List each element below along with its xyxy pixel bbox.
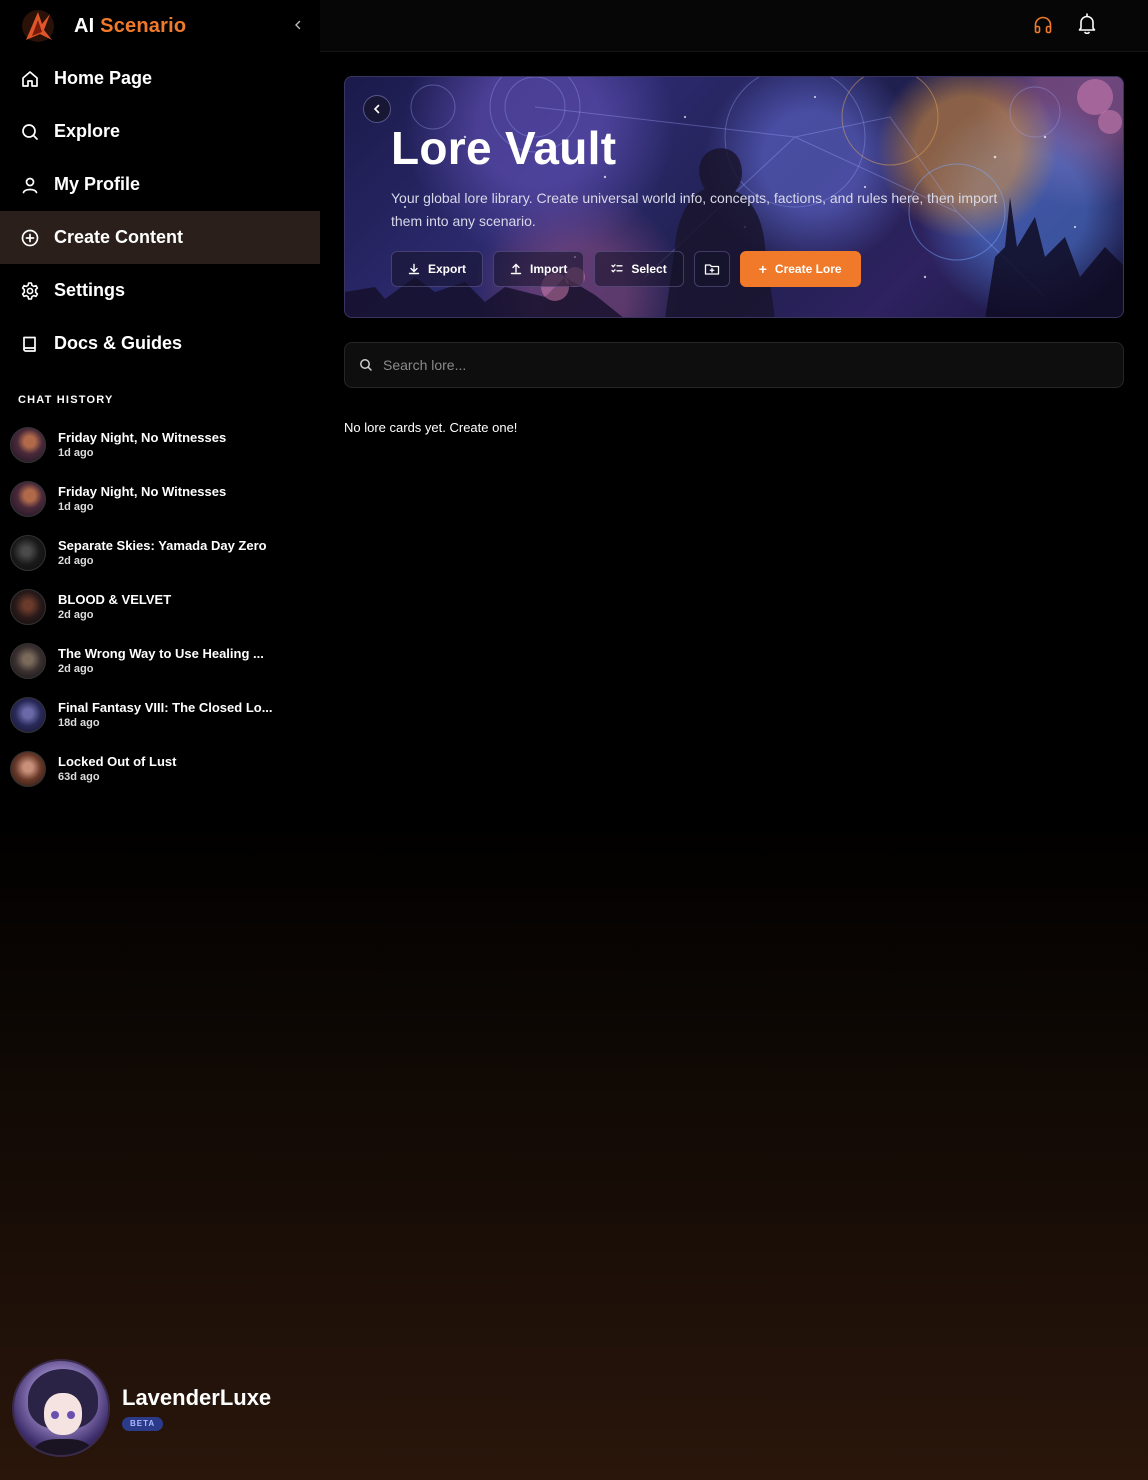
chat-title: BLOOD & VELVET (58, 592, 172, 607)
create-lore-label: Create Lore (774, 262, 842, 276)
book-icon (23, 336, 36, 352)
bell-icon[interactable] (1076, 12, 1098, 36)
collapse-sidebar-button[interactable] (289, 14, 307, 36)
user-icon (22, 177, 38, 193)
brand-name: AI Scenario (74, 15, 186, 38)
search-bar (344, 342, 1124, 388)
brand-name-part1: AI (74, 14, 95, 37)
import-button[interactable]: Import (493, 251, 585, 287)
checklist-icon (611, 264, 624, 273)
import-label: Import (530, 262, 568, 276)
user-profile[interactable]: LavenderLuxe BETA (12, 1358, 312, 1458)
create-lore-button[interactable]: + Create Lore (739, 251, 861, 287)
nav-item-label: Create Content (54, 227, 184, 247)
page-title: Lore Vault (391, 122, 617, 174)
chat-title: Locked Out of Lust (58, 754, 177, 769)
nav-item-profile[interactable]: My Profile (0, 158, 320, 211)
search-icon (360, 359, 372, 371)
chat-time: 63d ago (58, 771, 100, 783)
export-label: Export (428, 262, 467, 276)
nav-item-home[interactable]: Home Page (0, 52, 320, 105)
folder-plus-icon (704, 264, 719, 275)
plus-icon: + (758, 261, 767, 277)
nav-item-settings[interactable]: Settings (0, 264, 320, 317)
chat-history-item[interactable]: Final Fantasy VIII: The Closed Lo... 18d… (10, 688, 310, 742)
nav-item-label: Home Page (54, 68, 153, 88)
nav-item-explore[interactable]: Explore (0, 105, 320, 158)
chat-title: Friday Night, No Witnesses (58, 484, 227, 499)
lore-vault-hero: Lore Vault Your global lore library. Cre… (344, 76, 1124, 318)
nav-item-label: My Profile (54, 174, 141, 194)
chat-history-item[interactable]: The Wrong Way to Use Healing ... 2d ago (10, 634, 310, 688)
gear-icon (21, 281, 39, 300)
chat-time: 1d ago (58, 447, 94, 459)
plus-circle-icon (21, 229, 39, 246)
main-nav: Home Page Explore My Profile Create Cont… (0, 52, 320, 370)
chevron-left-icon (295, 20, 301, 30)
page-description: Your global lore library. Create univers… (391, 190, 998, 229)
chat-title: Final Fantasy VIII: The Closed Lo... (58, 700, 273, 715)
chat-history-item[interactable]: Separate Skies: Yamada Day Zero 2d ago (10, 526, 310, 580)
chat-title: Separate Skies: Yamada Day Zero (58, 538, 267, 553)
chat-time: 2d ago (58, 609, 94, 621)
chat-avatar (10, 751, 46, 787)
chat-history-item[interactable]: Friday Night, No Witnesses 1d ago (10, 418, 310, 472)
user-name: LavenderLuxe (122, 1385, 272, 1410)
nav-item-label: Explore (54, 121, 121, 141)
chat-title: The Wrong Way to Use Healing ... (58, 646, 264, 661)
chat-avatar (10, 427, 46, 463)
search-input[interactable] (383, 343, 1123, 387)
download-icon (408, 263, 420, 275)
nav-item-label: Settings (54, 280, 126, 300)
chat-history-list: Friday Night, No Witnesses 1d ago Friday… (10, 418, 310, 796)
chat-history-item[interactable]: BLOOD & VELVET 2d ago (10, 580, 310, 634)
chat-history-item[interactable]: Friday Night, No Witnesses 1d ago (10, 472, 310, 526)
empty-state-message: No lore cards yet. Create one! (344, 420, 518, 435)
sidebar: AI Scenario Home Page Explore My Profile (0, 0, 320, 1480)
chevron-left-icon (373, 104, 380, 114)
upload-icon (510, 263, 522, 275)
select-button[interactable]: Select (594, 251, 684, 287)
chat-history-heading: CHAT HISTORY (18, 394, 114, 406)
chat-avatar (10, 535, 46, 571)
chat-avatar (10, 481, 46, 517)
headset-icon[interactable] (1032, 14, 1054, 36)
back-button[interactable] (363, 95, 391, 123)
chat-avatar (10, 643, 46, 679)
chat-time: 2d ago (58, 555, 94, 567)
home-icon (22, 70, 38, 87)
beta-badge: BETA (122, 1417, 164, 1431)
export-button[interactable]: Export (391, 251, 484, 287)
top-bar (320, 0, 1148, 52)
chat-title: Friday Night, No Witnesses (58, 430, 227, 445)
brand-name-part2: Scenario (100, 14, 187, 37)
chat-time: 18d ago (58, 717, 100, 729)
nav-item-label: Docs & Guides (54, 333, 183, 353)
chat-time: 1d ago (58, 501, 94, 513)
nav-item-create-content[interactable]: Create Content (0, 211, 320, 264)
chat-time: 2d ago (58, 663, 94, 675)
avatar (12, 1359, 110, 1457)
hero-actions: Export Import Select + Create Lore (391, 251, 871, 287)
brand-logo-icon (22, 10, 54, 42)
search-icon (22, 123, 38, 140)
chat-avatar (10, 589, 46, 625)
select-label: Select (631, 262, 667, 276)
new-folder-button[interactable] (693, 251, 730, 287)
brand[interactable]: AI Scenario (18, 4, 318, 48)
chat-avatar (10, 697, 46, 733)
chat-history-item[interactable]: Locked Out of Lust 63d ago (10, 742, 310, 796)
nav-item-docs[interactable]: Docs & Guides (0, 317, 320, 370)
